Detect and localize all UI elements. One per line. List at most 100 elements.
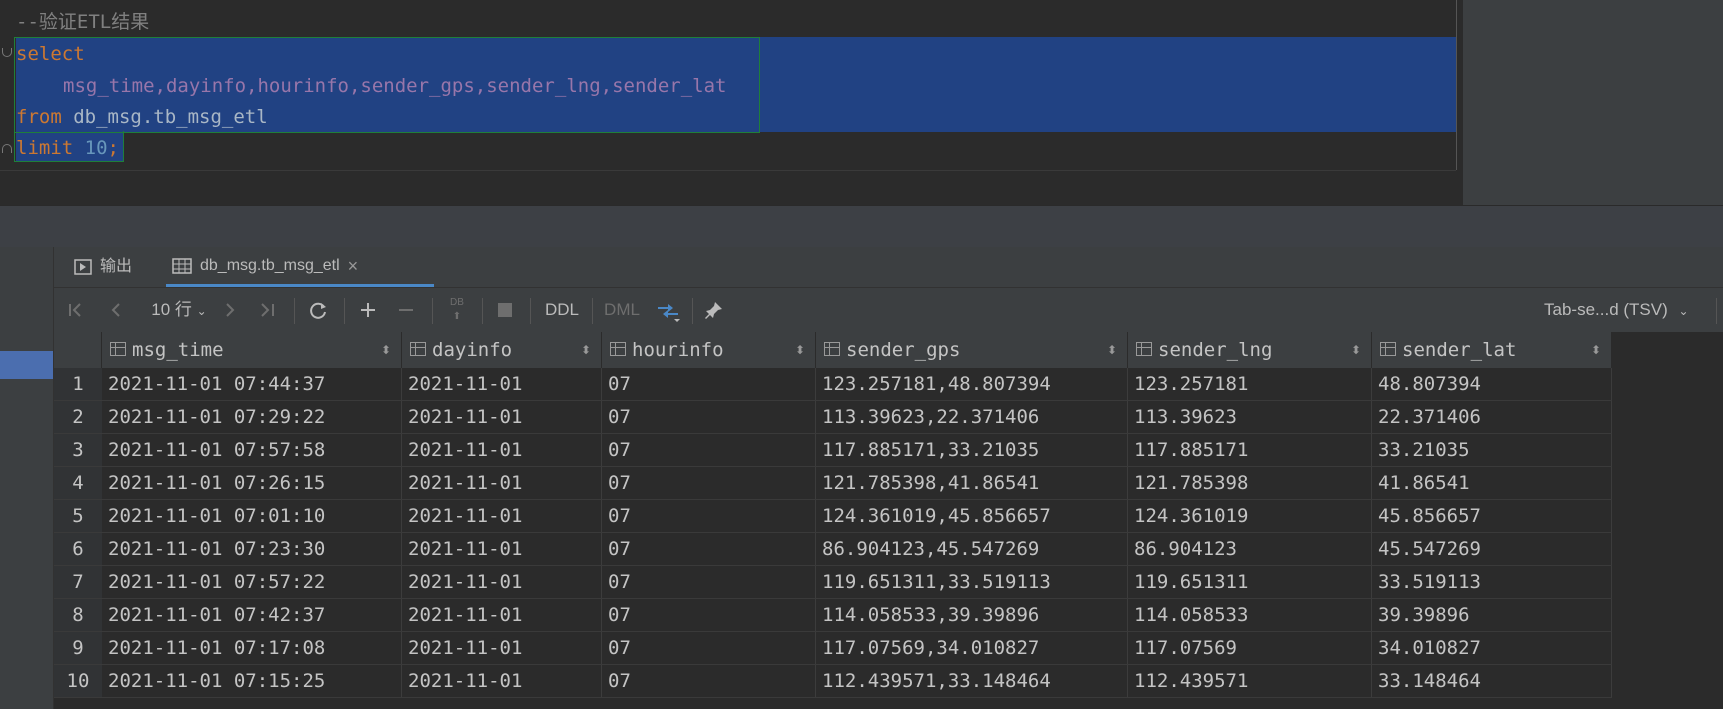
table-cell[interactable]: 2021-11-01 07:42:37 bbox=[102, 599, 402, 632]
sort-icon[interactable]: ⬍ bbox=[1107, 332, 1117, 368]
table-cell[interactable]: 2021-11-01 07:15:25 bbox=[102, 665, 402, 698]
sort-icon[interactable]: ⬍ bbox=[795, 332, 805, 368]
table-cell[interactable]: 2021-11-01 07:44:37 bbox=[102, 368, 402, 401]
table-cell[interactable]: 121.785398 bbox=[1128, 467, 1372, 500]
stop-icon[interactable] bbox=[498, 303, 512, 317]
toolbar-divider bbox=[344, 298, 345, 324]
table-cell[interactable]: 2021-11-01 bbox=[402, 401, 602, 434]
row-number[interactable]: 6 bbox=[54, 533, 102, 566]
row-number[interactable]: 2 bbox=[54, 401, 102, 434]
table-cell[interactable]: 2021-11-01 bbox=[402, 599, 602, 632]
selected-tree-node[interactable] bbox=[0, 351, 53, 379]
submit-changes-button[interactable]: DB ⬆ bbox=[442, 296, 472, 326]
table-cell[interactable]: 45.547269 bbox=[1372, 533, 1612, 566]
table-cell[interactable]: 07 bbox=[602, 368, 816, 401]
table-cell[interactable]: 2021-11-01 07:26:15 bbox=[102, 467, 402, 500]
export-format-selector[interactable]: Tab-se...d (TSV) ⌄ bbox=[1544, 288, 1694, 332]
table-cell[interactable]: 41.86541 bbox=[1372, 467, 1612, 500]
column-header-sender-gps[interactable]: sender_gps ⬍ bbox=[816, 332, 1128, 368]
table-cell[interactable]: 123.257181,48.807394 bbox=[816, 368, 1128, 401]
table-cell[interactable]: 2021-11-01 bbox=[402, 566, 602, 599]
table-cell[interactable]: 114.058533,39.39896 bbox=[816, 599, 1128, 632]
table-cell[interactable]: 2021-11-01 07:17:08 bbox=[102, 632, 402, 665]
panel-splitter[interactable] bbox=[0, 205, 1723, 248]
table-cell[interactable]: 07 bbox=[602, 500, 816, 533]
row-number[interactable]: 3 bbox=[54, 434, 102, 467]
table-cell[interactable]: 2021-11-01 bbox=[402, 632, 602, 665]
table-cell[interactable]: 07 bbox=[602, 566, 816, 599]
table-cell[interactable]: 07 bbox=[602, 401, 816, 434]
table-cell[interactable]: 07 bbox=[602, 632, 816, 665]
table-cell[interactable]: 33.148464 bbox=[1372, 665, 1612, 698]
table-cell[interactable]: 113.39623,22.371406 bbox=[816, 401, 1128, 434]
column-header-sender-lat[interactable]: sender_lat ⬍ bbox=[1372, 332, 1612, 368]
row-number[interactable]: 5 bbox=[54, 500, 102, 533]
table-cell[interactable]: 22.371406 bbox=[1372, 401, 1612, 434]
column-header-msg-time[interactable]: msg_time ⬍ bbox=[102, 332, 402, 368]
table-cell[interactable]: 121.785398,41.86541 bbox=[816, 467, 1128, 500]
table-cell[interactable]: 33.519113 bbox=[1372, 566, 1612, 599]
limit-number: 10 bbox=[84, 137, 108, 159]
row-number[interactable]: 10 bbox=[54, 665, 102, 698]
table-cell[interactable]: 07 bbox=[602, 467, 816, 500]
sort-icon[interactable]: ⬍ bbox=[1591, 332, 1601, 368]
fold-marker-icon[interactable] bbox=[2, 144, 12, 153]
table-cell[interactable]: 2021-11-01 bbox=[402, 434, 602, 467]
table-cell[interactable]: 124.361019 bbox=[1128, 500, 1372, 533]
table-cell[interactable]: 33.21035 bbox=[1372, 434, 1612, 467]
dml-button[interactable]: DML bbox=[602, 288, 642, 332]
from-clause: from db_msg.tb_msg_etl bbox=[16, 101, 268, 133]
table-cell[interactable]: 113.39623 bbox=[1128, 401, 1372, 434]
column-header-sender-lng[interactable]: sender_lng ⬍ bbox=[1128, 332, 1372, 368]
table-cell[interactable]: 2021-11-01 07:57:22 bbox=[102, 566, 402, 599]
row-number[interactable]: 8 bbox=[54, 599, 102, 632]
table-cell[interactable]: 2021-11-01 bbox=[402, 368, 602, 401]
table-cell[interactable]: 2021-11-01 bbox=[402, 533, 602, 566]
table-cell[interactable]: 124.361019,45.856657 bbox=[816, 500, 1128, 533]
tab-result-table[interactable]: db_msg.tb_msg_etl × bbox=[166, 247, 434, 287]
table-cell[interactable]: 2021-11-01 07:23:30 bbox=[102, 533, 402, 566]
table-cell[interactable]: 117.885171 bbox=[1128, 434, 1372, 467]
tab-output[interactable]: 输出 bbox=[74, 247, 132, 287]
sort-icon[interactable]: ⬍ bbox=[581, 332, 591, 368]
table-cell[interactable]: 119.651311 bbox=[1128, 566, 1372, 599]
table-cell[interactable]: 07 bbox=[602, 665, 816, 698]
row-number[interactable]: 4 bbox=[54, 467, 102, 500]
table-cell[interactable]: 2021-11-01 07:57:58 bbox=[102, 434, 402, 467]
row-number[interactable]: 1 bbox=[54, 368, 102, 401]
table-cell[interactable]: 2021-11-01 07:29:22 bbox=[102, 401, 402, 434]
table-cell[interactable]: 2021-11-01 bbox=[402, 467, 602, 500]
row-number[interactable]: 9 bbox=[54, 632, 102, 665]
table-cell[interactable]: 07 bbox=[602, 533, 816, 566]
table-cell[interactable]: 112.439571 bbox=[1128, 665, 1372, 698]
ddl-button[interactable]: DDL bbox=[542, 288, 582, 332]
table-cell[interactable]: 48.807394 bbox=[1372, 368, 1612, 401]
table-cell[interactable]: 07 bbox=[602, 434, 816, 467]
table-cell[interactable]: 34.010827 bbox=[1372, 632, 1612, 665]
code-comment: --验证ETL结果 bbox=[16, 11, 150, 33]
page-size-selector[interactable]: 10 行 ⌄ bbox=[144, 288, 214, 332]
table-cell[interactable]: 2021-11-01 bbox=[402, 500, 602, 533]
close-icon[interactable]: × bbox=[348, 246, 359, 286]
row-number[interactable]: 7 bbox=[54, 566, 102, 599]
sort-icon[interactable]: ⬍ bbox=[381, 332, 391, 368]
table-cell[interactable]: 86.904123,45.547269 bbox=[816, 533, 1128, 566]
page-size-value: 10 行 bbox=[151, 300, 192, 319]
table-cell[interactable]: 112.439571,33.148464 bbox=[816, 665, 1128, 698]
table-cell[interactable]: 2021-11-01 bbox=[402, 665, 602, 698]
sort-icon[interactable]: ⬍ bbox=[1351, 332, 1361, 368]
table-cell[interactable]: 114.058533 bbox=[1128, 599, 1372, 632]
table-cell[interactable]: 119.651311,33.519113 bbox=[816, 566, 1128, 599]
fold-marker-icon[interactable] bbox=[2, 48, 12, 57]
table-cell[interactable]: 07 bbox=[602, 599, 816, 632]
table-cell[interactable]: 123.257181 bbox=[1128, 368, 1372, 401]
table-cell[interactable]: 117.885171,33.21035 bbox=[816, 434, 1128, 467]
table-cell[interactable]: 86.904123 bbox=[1128, 533, 1372, 566]
table-cell[interactable]: 2021-11-01 07:01:10 bbox=[102, 500, 402, 533]
column-header-dayinfo[interactable]: dayinfo ⬍ bbox=[402, 332, 602, 368]
table-cell[interactable]: 45.856657 bbox=[1372, 500, 1612, 533]
column-header-hourinfo[interactable]: hourinfo ⬍ bbox=[602, 332, 816, 368]
table-cell[interactable]: 39.39896 bbox=[1372, 599, 1612, 632]
table-cell[interactable]: 117.07569 bbox=[1128, 632, 1372, 665]
table-cell[interactable]: 117.07569,34.010827 bbox=[816, 632, 1128, 665]
